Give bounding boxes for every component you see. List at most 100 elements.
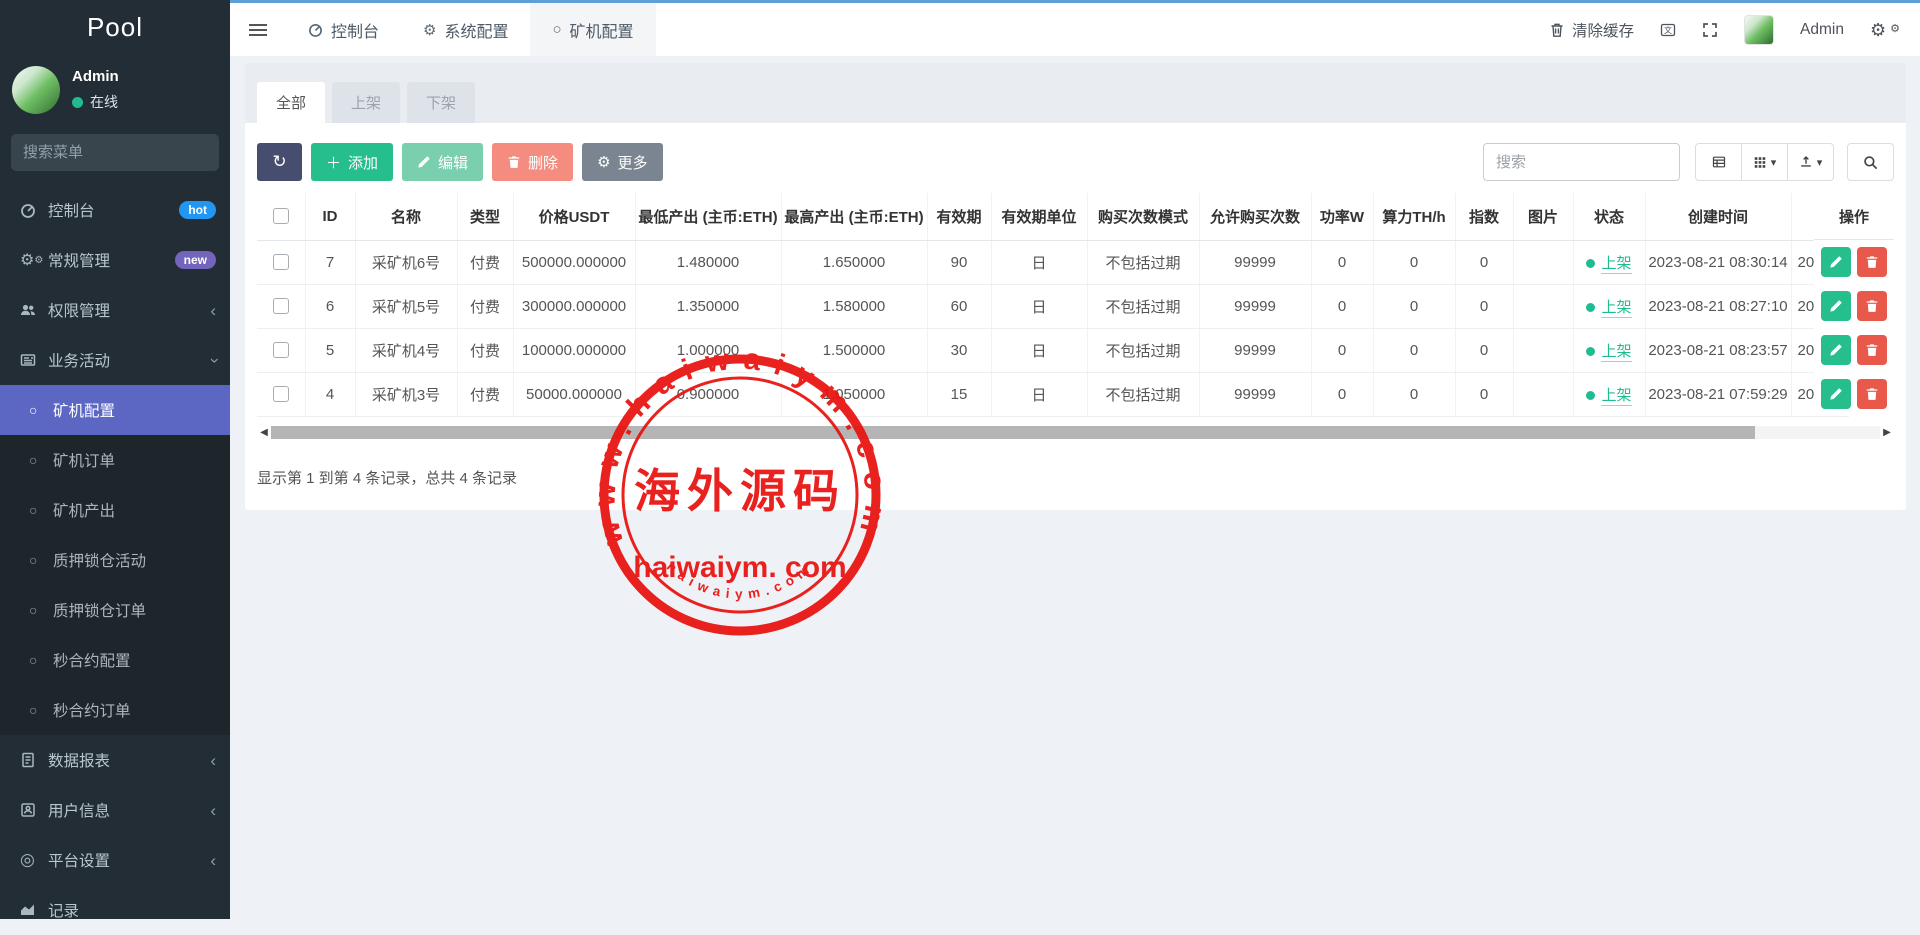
- status-dot-icon: [1586, 347, 1595, 356]
- language-icon[interactable]: 文: [1660, 22, 1676, 38]
- view-button-group: ▾ ▾: [1695, 143, 1834, 181]
- row-delete-button[interactable]: [1857, 291, 1887, 321]
- sidebar-item-pledge-order[interactable]: ○质押锁仓订单: [0, 585, 230, 635]
- hot-badge: hot: [179, 201, 216, 219]
- search-submit-button[interactable]: [1847, 143, 1894, 181]
- pencil-icon: [1829, 299, 1843, 313]
- scrollbar-thumb[interactable]: [271, 426, 1755, 439]
- table-row: 4 采矿机3号 付费 50000.000000 0.900000 1.05000…: [257, 372, 1849, 416]
- navbar-username[interactable]: Admin: [1800, 21, 1844, 39]
- gears-icon: ⚙⚙: [20, 250, 48, 270]
- sidebar-item-pledge-activity[interactable]: ○质押锁仓活动: [0, 535, 230, 585]
- row-delete-button[interactable]: [1857, 335, 1887, 365]
- nav-tab-console[interactable]: 控制台: [286, 3, 401, 56]
- scroll-left-arrow[interactable]: ◀: [257, 426, 271, 440]
- common-search-toggle-button[interactable]: [1695, 143, 1742, 181]
- circle-icon: ○: [29, 402, 53, 418]
- table-search-input[interactable]: [1483, 143, 1680, 181]
- sidebar-item-business[interactable]: 业务活动 ‹: [0, 335, 230, 385]
- tachometer-icon: [308, 22, 323, 37]
- status-badge[interactable]: 上架: [1601, 299, 1631, 318]
- scroll-right-arrow[interactable]: ▶: [1880, 426, 1894, 440]
- plus-icon: ＋: [326, 152, 341, 173]
- status-badge[interactable]: 上架: [1601, 387, 1631, 406]
- table-row: 7 采矿机6号 付费 500000.000000 1.480000 1.6500…: [257, 240, 1849, 284]
- main-content: 全部 上架 下架 ↻ ＋添加 编辑 删除 ⚙更多: [245, 63, 1906, 510]
- table-row: 6 采矿机5号 付费 300000.000000 1.350000 1.5800…: [257, 284, 1849, 328]
- row-checkbox[interactable]: [273, 386, 289, 402]
- ops-row: [1814, 328, 1894, 372]
- nav-tab-miner-config[interactable]: ○ 矿机配置: [530, 3, 655, 56]
- row-checkbox[interactable]: [273, 342, 289, 358]
- row-edit-button[interactable]: [1821, 379, 1851, 409]
- avatar: [12, 66, 60, 114]
- fullscreen-icon[interactable]: [1702, 22, 1718, 38]
- status-badge[interactable]: 上架: [1601, 255, 1631, 274]
- row-edit-button[interactable]: [1821, 291, 1851, 321]
- export-button[interactable]: ▾: [1787, 143, 1834, 181]
- settings-gears-icon[interactable]: ⚙⚙: [1870, 21, 1900, 39]
- sidebar-item-auth[interactable]: 权限管理 ‹: [0, 285, 230, 335]
- more-button[interactable]: ⚙更多: [582, 143, 662, 181]
- circle-icon: ○: [29, 652, 53, 668]
- sidebar-item-console[interactable]: 控制台 hot: [0, 185, 230, 235]
- trash-icon: [507, 155, 521, 169]
- caret-down-icon: ▾: [1817, 156, 1823, 169]
- area-chart-icon: [20, 902, 48, 918]
- hamburger-menu-icon[interactable]: [230, 3, 286, 56]
- nav-tab-system-config[interactable]: ⚙ 系统配置: [401, 3, 530, 56]
- row-delete-button[interactable]: [1857, 247, 1887, 277]
- sidebar: Pool Admin 在线 控制台 hot ⚙⚙ 常规管理 new 权限管理 ‹…: [0, 0, 230, 919]
- sidebar-item-userinfo[interactable]: 用户信息 ‹: [0, 785, 230, 835]
- circle-icon: ○: [552, 21, 561, 38]
- table-row: 5 采矿机4号 付费 100000.000000 1.000000 1.5000…: [257, 328, 1849, 372]
- row-checkbox[interactable]: [273, 298, 289, 314]
- filter-tab-offline[interactable]: 下架: [407, 82, 475, 123]
- gear-icon: ⚙: [597, 153, 610, 171]
- filter-tab-online[interactable]: 上架: [332, 82, 400, 123]
- sidebar-search-input[interactable]: [23, 144, 222, 161]
- search-icon: [1863, 155, 1878, 170]
- delete-button[interactable]: 删除: [492, 143, 573, 181]
- row-delete-button[interactable]: [1857, 379, 1887, 409]
- row-edit-button[interactable]: [1821, 247, 1851, 277]
- users-icon: [20, 302, 48, 318]
- export-icon: [1799, 155, 1813, 169]
- scrollbar-track[interactable]: [271, 426, 1880, 439]
- trash-icon: [1865, 343, 1879, 357]
- navbar-avatar[interactable]: [1744, 15, 1774, 45]
- pencil-icon: [417, 155, 431, 169]
- sidebar-menu: 控制台 hot ⚙⚙ 常规管理 new 权限管理 ‹ 业务活动 ‹ ○矿机配置 …: [0, 185, 230, 935]
- clear-cache-button[interactable]: 清除缓存: [1549, 19, 1634, 41]
- records-summary: 显示第 1 到第 4 条记录，总共 4 条记录: [257, 467, 1894, 488]
- svg-text:haiwaiym.com: haiwaiym.com: [664, 559, 816, 602]
- refresh-button[interactable]: ↻: [257, 143, 302, 181]
- edit-button[interactable]: 编辑: [402, 143, 483, 181]
- sidebar-item-miner-output[interactable]: ○矿机产出: [0, 485, 230, 535]
- tachometer-icon: [20, 202, 48, 218]
- sidebar-item-general[interactable]: ⚙⚙ 常规管理 new: [0, 235, 230, 285]
- status-dot-icon: [1586, 303, 1595, 312]
- row-checkbox[interactable]: [273, 254, 289, 270]
- sidebar-item-seconds-order[interactable]: ○秒合约订单: [0, 685, 230, 735]
- sidebar-item-reports[interactable]: 数据报表 ‹: [0, 735, 230, 785]
- add-button[interactable]: ＋添加: [311, 143, 393, 181]
- status-badge[interactable]: 上架: [1601, 343, 1631, 362]
- sidebar-item-platform[interactable]: ◎ 平台设置 ‹: [0, 835, 230, 885]
- app-logo[interactable]: Pool: [0, 0, 230, 54]
- sidebar-item-seconds-config[interactable]: ○秒合约配置: [0, 635, 230, 685]
- top-navbar: 控制台 ⚙ 系统配置 ○ 矿机配置 清除缓存 文 Admin ⚙⚙: [230, 0, 1920, 56]
- select-all-checkbox[interactable]: [273, 208, 289, 224]
- filter-tab-all[interactable]: 全部: [257, 82, 325, 123]
- sidebar-item-miner-config[interactable]: ○矿机配置: [0, 385, 230, 435]
- chevron-left-icon: ‹: [210, 752, 216, 769]
- sidebar-item-miner-order[interactable]: ○矿机订单: [0, 435, 230, 485]
- newspaper-icon: [20, 352, 48, 368]
- sidebar-item-records[interactable]: 记录: [0, 885, 230, 935]
- columns-toggle-button[interactable]: ▾: [1741, 143, 1788, 181]
- online-dot-icon: [72, 97, 83, 108]
- miner-table: ID 名称 类型 价格USDT 最低产出 (主币:ETH) 最高产出 (主币:E…: [257, 193, 1849, 417]
- new-badge: new: [175, 251, 216, 269]
- pencil-icon: [1829, 255, 1843, 269]
- row-edit-button[interactable]: [1821, 335, 1851, 365]
